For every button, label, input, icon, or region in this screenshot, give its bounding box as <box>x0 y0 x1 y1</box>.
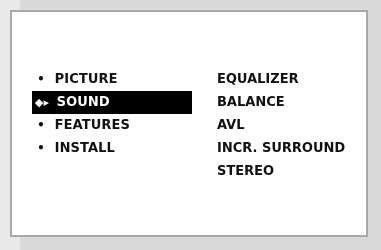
menu-item-features[interactable]: • FEATURES <box>32 114 192 137</box>
submenu-item-incr-surround[interactable]: INCR. SURROUND <box>217 137 367 160</box>
menu-item-label: FEATURES <box>54 118 130 133</box>
submenu-item-balance[interactable]: BALANCE <box>217 91 367 114</box>
bullet-icon: • <box>37 118 45 132</box>
menu-item-sound[interactable]: ◆▸ SOUND <box>32 91 192 114</box>
up-down-right-arrows-icon: ◆▸ <box>34 96 50 109</box>
menu-item-label: INSTALL <box>54 141 115 156</box>
submenu-item-stereo[interactable]: STEREO <box>217 160 367 183</box>
menu-item-label: SOUND <box>56 95 110 110</box>
bullet-icon: • <box>37 141 45 155</box>
menu-item-install[interactable]: • INSTALL <box>32 137 192 160</box>
sound-submenu: EQUALIZER BALANCE AVL INCR. SURROUND STE… <box>217 68 367 183</box>
submenu-item-avl[interactable]: AVL <box>217 114 367 137</box>
bullet-icon: • <box>37 72 45 86</box>
menu-item-label: PICTURE <box>54 72 118 87</box>
main-menu: • PICTURE ◆▸ SOUND • FEATURES • INSTALL <box>32 68 192 160</box>
submenu-item-equalizer[interactable]: EQUALIZER <box>217 68 367 91</box>
menu-panel: • PICTURE ◆▸ SOUND • FEATURES • INSTALL … <box>10 10 368 237</box>
menu-item-picture[interactable]: • PICTURE <box>32 68 192 91</box>
